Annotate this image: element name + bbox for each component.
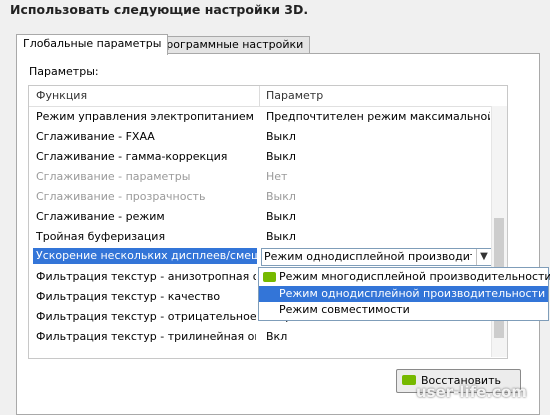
dropdown-option-highlighted[interactable]: Режим однодисплейной производительности [259, 286, 548, 302]
tab-global-settings[interactable]: Глобальные параметры [16, 34, 169, 55]
option-label: Режим совместимости [279, 303, 410, 316]
page-title: Использовать следующие настройки 3D. [10, 2, 309, 17]
table-row: Сглаживание - параметры Нет [29, 167, 491, 187]
column-header-parameter[interactable]: Параметр [266, 89, 323, 102]
row-function: Фильтрация текстур - качество [36, 290, 221, 303]
grid-header: Функция Параметр [29, 86, 507, 107]
watermark: user-life.com [416, 383, 527, 401]
row-function: Ускорение нескольких дисплеев/смеша... [33, 248, 257, 264]
chevron-down-icon[interactable]: ▼ [476, 249, 491, 265]
nvidia-icon [402, 375, 416, 385]
row-function: Сглаживание - параметры [36, 170, 191, 183]
table-row[interactable]: Сглаживание - FXAA Выкл [29, 127, 491, 147]
option-label: Режим однодисплейной производительности [279, 287, 546, 300]
tab-program-settings[interactable]: Программные настройки [151, 36, 311, 53]
table-row[interactable]: Сглаживание - режим Выкл [29, 207, 491, 227]
option-label: Режим многодисплейной производительности [279, 270, 550, 283]
dropdown-option[interactable]: Режим совместимости [259, 302, 548, 318]
dropdown-list: Режим многодисплейной производительности… [258, 267, 550, 321]
nvidia-icon [263, 272, 276, 282]
row-value: Вкл [266, 330, 288, 343]
table-row[interactable]: Сглаживание - гамма-коррекция Выкл [29, 147, 491, 167]
row-function: Тройная буферизация [36, 230, 166, 243]
row-function: Сглаживание - режим [36, 210, 165, 223]
table-row[interactable]: Режим управления электропитанием Предпоч… [29, 107, 491, 127]
parameter-dropdown[interactable]: Режим однодисплейной производительн ▼ [261, 248, 492, 266]
row-function: Фильтрация текстур - отрицательное о... [36, 310, 256, 323]
row-function: Фильтрация текстур - анизотропная оп... [36, 270, 256, 283]
row-function: Сглаживание - гамма-коррекция [36, 150, 228, 163]
row-value: Выкл [266, 190, 296, 203]
row-function: Сглаживание - прозрачность [36, 190, 206, 203]
table-row[interactable]: Тройная буферизация Выкл [29, 227, 491, 247]
table-row: Сглаживание - прозрачность Выкл [29, 187, 491, 207]
row-function: Режим управления электропитанием [36, 110, 254, 123]
row-value: Выкл [266, 130, 296, 143]
row-function: Сглаживание - FXAA [36, 130, 155, 143]
dropdown-value: Режим однодисплейной производительн [264, 250, 472, 263]
row-value: Выкл [266, 210, 296, 223]
parameters-label: Параметры: [29, 65, 99, 78]
row-value: Выкл [266, 150, 296, 163]
column-divider[interactable] [259, 86, 260, 106]
row-function: Фильтрация текстур - трилинейная опт... [36, 330, 256, 343]
table-row[interactable]: Фильтрация текстур - трилинейная опт... … [29, 327, 491, 347]
row-value: Предпочтителен режим максимальной п... [266, 110, 490, 123]
row-value: Нет [266, 170, 288, 183]
row-value: Выкл [266, 230, 296, 243]
column-header-function[interactable]: Функция [36, 89, 87, 102]
table-row-selected[interactable]: Ускорение нескольких дисплеев/смеша... Р… [29, 247, 492, 267]
dropdown-option[interactable]: Режим многодисплейной производительности [259, 269, 550, 285]
